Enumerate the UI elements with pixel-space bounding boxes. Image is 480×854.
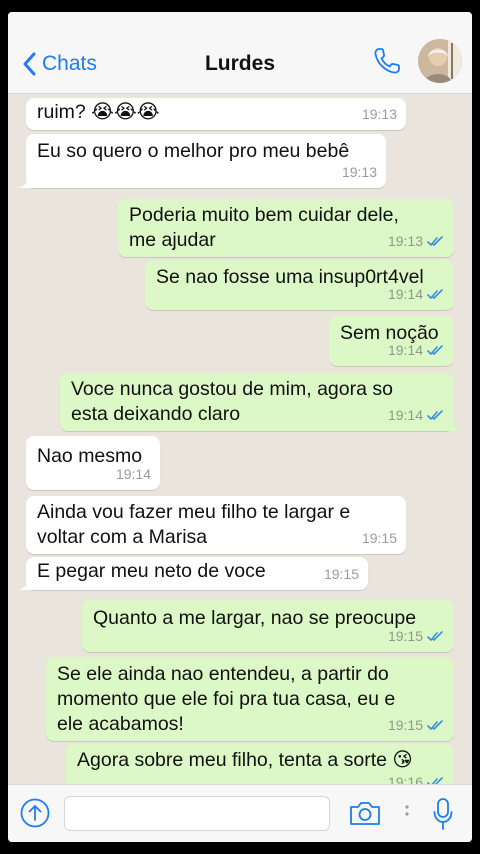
message-time: 19:13 xyxy=(341,164,377,180)
message-outgoing[interactable]: Sem noção 19:14 xyxy=(329,316,454,366)
message-outgoing[interactable]: Poderia muito bem cuidar dele, me ajudar… xyxy=(118,199,454,257)
message-outgoing[interactable]: Se nao fosse uma insup0rt4vel 19:14 xyxy=(145,260,454,310)
message-time: 19:13 xyxy=(361,106,397,122)
message-time: 19:14 xyxy=(387,342,423,358)
compose-bar xyxy=(8,784,472,842)
message-time: 19:15 xyxy=(323,566,359,582)
message-time: 19:13 xyxy=(387,233,423,249)
read-ticks-icon xyxy=(427,289,443,299)
message-list[interactable]: ruim? 😭😭😭 19:13 Eu so quero o melhor pro… xyxy=(8,94,472,784)
camera-icon[interactable] xyxy=(349,799,381,827)
message-time: 19:14 xyxy=(387,407,423,423)
message-text: Poderia muito bem cuidar dele, xyxy=(129,204,399,226)
read-ticks-icon xyxy=(427,720,443,730)
message-incoming[interactable]: Eu so quero o melhor pro meu bebê 19:13 xyxy=(19,134,386,188)
arrow-up-circle-icon[interactable] xyxy=(20,798,50,828)
bubble-tail xyxy=(19,174,33,188)
message-text: voltar com a Marisa xyxy=(37,526,208,548)
read-ticks-icon xyxy=(427,345,443,355)
message-text: Voce nunca gostou de mim, agora so xyxy=(71,378,393,400)
message-time: 19:15 xyxy=(387,628,423,644)
message-incoming[interactable]: Nao mesmo 19:14 xyxy=(26,436,160,490)
message-time: 19:16 xyxy=(387,774,423,784)
message-outgoing[interactable]: Voce nunca gostou de mim, agora so esta … xyxy=(60,373,461,431)
microphone-icon[interactable] xyxy=(432,797,454,831)
read-ticks-icon xyxy=(427,410,443,420)
message-text: ruim? 😭😭😭 xyxy=(37,101,160,123)
avatar[interactable] xyxy=(418,39,462,83)
message-outgoing[interactable]: Quanto a me largar, nao se preocupe 19:1… xyxy=(82,600,454,652)
message-text: E pegar meu neto de voce xyxy=(37,560,266,582)
message-incoming[interactable]: ruim? 😭😭😭 19:13 xyxy=(26,98,406,130)
message-time: 19:15 xyxy=(361,530,397,546)
message-text: ele acabamos! xyxy=(57,713,184,735)
separator-dots xyxy=(405,805,409,816)
message-outgoing[interactable]: Agora sobre meu filho, tenta a sorte 😘 1… xyxy=(66,744,454,784)
phone-icon[interactable] xyxy=(372,46,402,76)
message-text: Ainda vou fazer meu filho te largar e xyxy=(37,501,351,523)
read-ticks-icon xyxy=(427,236,443,246)
contact-name[interactable]: Lurdes xyxy=(8,52,472,76)
message-time: 19:14 xyxy=(387,286,423,302)
message-text: Eu so quero o melhor pro meu bebê xyxy=(37,140,350,162)
bubble-tail xyxy=(447,417,461,431)
avatar-photo xyxy=(418,39,462,83)
whatsapp-screen: Chats Lurdes ruim? 😭😭😭 19:13 Eu so quero xyxy=(8,12,472,842)
message-time: 19:14 xyxy=(115,466,151,482)
message-text: momento que ele foi pra tua casa, eu e xyxy=(57,688,396,710)
read-ticks-icon xyxy=(427,631,443,641)
bubble-tail xyxy=(19,576,33,590)
message-outgoing[interactable]: Se ele ainda nao entendeu, a partir do m… xyxy=(46,657,454,741)
read-ticks-icon xyxy=(427,777,443,784)
message-time: 19:15 xyxy=(387,717,423,733)
message-input[interactable] xyxy=(64,796,330,831)
message-incoming[interactable]: E pegar meu neto de voce 19:15 xyxy=(19,557,368,590)
message-text: Se ele ainda nao entendeu, a partir do xyxy=(57,663,389,685)
chat-header: Chats Lurdes xyxy=(8,12,472,94)
message-incoming[interactable]: Ainda vou fazer meu filho te largar e vo… xyxy=(26,496,406,554)
